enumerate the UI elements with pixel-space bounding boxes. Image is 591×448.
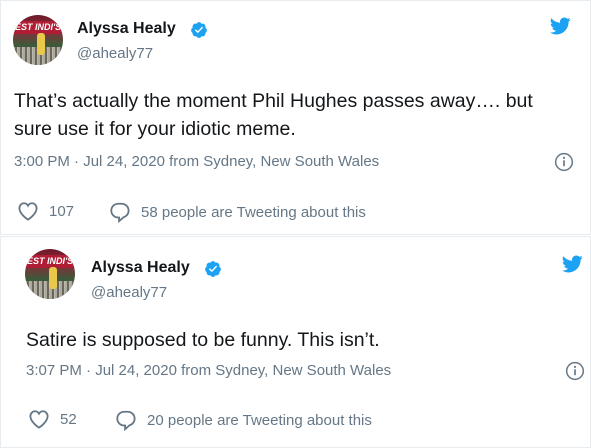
tweet-timestamp[interactable]: 3:07 PM · Jul 24, 2020 from Sydney, New … — [26, 362, 391, 379]
like-count: 107 — [49, 202, 75, 220]
heart-icon — [29, 410, 49, 429]
avatar-banner-text: EST INDI'S — [25, 255, 75, 268]
tweet-text: Satire is supposed to be funny. This isn… — [26, 329, 380, 351]
tweet-text: That’s actually the moment Phil Hughes p… — [14, 90, 533, 140]
conversation-text: 58 people are Tweeting about this — [141, 203, 366, 221]
avatar[interactable]: EST INDI'S — [25, 249, 75, 299]
info-icon[interactable] — [554, 152, 574, 172]
avatar-player — [37, 33, 45, 55]
conversation-stat[interactable]: 58 people are Tweeting about this — [109, 201, 366, 223]
conversation-stat[interactable]: 20 people are Tweeting about this — [115, 409, 372, 431]
tweet-card: EST INDI'S Alyssa Healy @ahealy77 That’s… — [0, 0, 591, 235]
avatar[interactable]: EST INDI'S — [13, 15, 63, 65]
avatar-player — [49, 267, 57, 289]
verified-badge-icon — [191, 22, 207, 38]
tweet-timestamp[interactable]: 3:00 PM · Jul 24, 2020 from Sydney, New … — [14, 153, 379, 170]
author-handle[interactable]: @ahealy77 — [77, 45, 153, 62]
author-handle[interactable]: @ahealy77 — [91, 284, 167, 301]
avatar-banner-text: EST INDI'S — [13, 21, 63, 34]
info-icon[interactable] — [565, 361, 585, 381]
conversation-text: 20 people are Tweeting about this — [147, 411, 372, 429]
heart-icon — [18, 202, 38, 221]
speech-bubble-icon — [110, 202, 130, 223]
tweet-card: EST INDI'S Alyssa Healy @ahealy77 Satire… — [0, 236, 591, 448]
like-stat[interactable]: 107 — [17, 201, 74, 221]
verified-badge-icon — [205, 261, 221, 277]
like-count: 52 — [60, 410, 77, 428]
twitter-bird-icon[interactable] — [559, 253, 585, 275]
twitter-bird-icon[interactable] — [547, 15, 573, 37]
speech-bubble-icon — [116, 410, 136, 431]
author-name[interactable]: Alyssa Healy — [91, 259, 190, 277]
author-name[interactable]: Alyssa Healy — [77, 20, 176, 38]
like-stat[interactable]: 52 — [28, 409, 77, 429]
